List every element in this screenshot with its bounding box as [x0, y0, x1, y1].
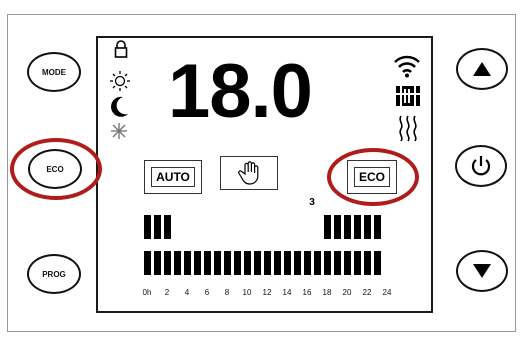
- program-segment: [234, 251, 241, 275]
- sun-icon: [110, 71, 130, 91]
- auto-mode-button[interactable]: AUTO: [144, 160, 202, 194]
- program-segment: [144, 251, 151, 275]
- program-segment: [184, 251, 191, 275]
- program-segment: [324, 215, 331, 239]
- hour-label: 10: [242, 288, 252, 297]
- program-segment: [154, 251, 161, 275]
- lock-icon: [114, 40, 128, 58]
- up-arrow-icon: [473, 62, 491, 76]
- hour-label: 24: [382, 288, 392, 297]
- manual-mode-button[interactable]: [220, 156, 278, 190]
- program-segment: [304, 251, 311, 275]
- eco-button-label: ECO: [46, 164, 64, 174]
- down-button[interactable]: [456, 250, 508, 292]
- eco-button[interactable]: ECO: [28, 149, 82, 189]
- snowflake-icon: [111, 123, 127, 139]
- hour-label: 12: [262, 288, 272, 297]
- program-segment: [354, 251, 361, 275]
- prog-button-label: PROG: [42, 269, 66, 279]
- program-segment: [154, 215, 161, 239]
- program-segment: [274, 251, 281, 275]
- program-segment: [294, 251, 301, 275]
- hour-label: 6: [204, 288, 210, 297]
- hour-label: 20: [342, 288, 352, 297]
- radiator-icon: [395, 86, 421, 106]
- program-segment: [344, 251, 351, 275]
- power-button[interactable]: [455, 145, 507, 187]
- program-segment: [164, 251, 171, 275]
- down-arrow-icon: [473, 264, 491, 278]
- program-segment: [314, 251, 321, 275]
- program-segment: [364, 215, 371, 239]
- program-segment: [144, 215, 151, 239]
- program-segment: [364, 251, 371, 275]
- program-segment: [164, 215, 171, 239]
- hour-label: 4: [184, 288, 190, 297]
- program-segment: [244, 251, 251, 275]
- up-button[interactable]: [456, 48, 508, 90]
- wifi-icon: [394, 55, 420, 78]
- program-segment: [334, 251, 341, 275]
- program-segment: [214, 251, 221, 275]
- hour-label: 8: [224, 288, 230, 297]
- hour-label: 22: [362, 288, 372, 297]
- moon-icon: [111, 96, 128, 117]
- program-segment: [224, 251, 231, 275]
- program-segment: [194, 251, 201, 275]
- eco-mode-label: ECO: [353, 167, 390, 187]
- eco-mode-button[interactable]: ECO: [347, 160, 397, 194]
- hour-label: 16: [302, 288, 312, 297]
- mode-button[interactable]: MODE: [27, 52, 81, 92]
- program-segment: [344, 215, 351, 239]
- program-segment: [374, 215, 381, 239]
- hand-icon: [238, 161, 259, 185]
- program-segment: [354, 215, 361, 239]
- heat-waves-icon: [399, 115, 417, 142]
- hour-label: 18: [322, 288, 332, 297]
- power-icon: [471, 156, 491, 176]
- auto-mode-label: AUTO: [151, 167, 195, 187]
- program-segment: [204, 251, 211, 275]
- hour-label: 0h: [142, 288, 152, 297]
- current-hour-marker: 3: [309, 197, 315, 208]
- program-segment: [264, 251, 271, 275]
- program-segment: [334, 215, 341, 239]
- program-segment: [174, 251, 181, 275]
- temperature-readout: 18.0: [168, 49, 313, 134]
- hour-label: 2: [164, 288, 170, 297]
- program-segment: [374, 251, 381, 275]
- hour-label: 14: [282, 288, 292, 297]
- program-segment: [324, 251, 331, 275]
- program-segment: [254, 251, 261, 275]
- prog-button[interactable]: PROG: [27, 254, 81, 294]
- program-segment: [284, 251, 291, 275]
- mode-button-label: MODE: [42, 67, 66, 77]
